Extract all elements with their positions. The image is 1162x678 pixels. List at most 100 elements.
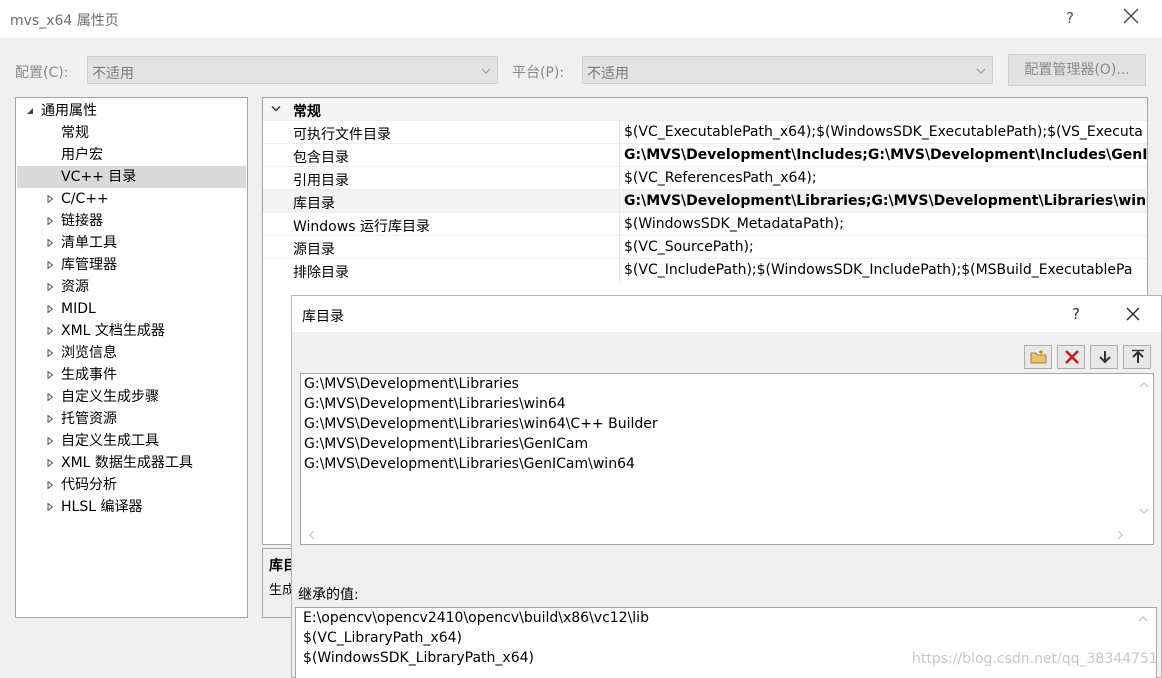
tree-item-label: 清单工具 [61,235,117,251]
delete-line-button[interactable] [1057,345,1085,369]
scroll-down-icon[interactable] [1139,506,1149,516]
tree-item-browse-info[interactable]: 浏览信息 [17,342,246,364]
tree-item-label: 通用属性 [41,103,97,119]
close-icon[interactable] [1126,307,1140,321]
tree-item-label: 代码分析 [61,477,117,493]
platform-combo-value: 不适用 [587,66,629,82]
tree-item-user-macros[interactable]: 用户宏 [17,144,246,166]
collapsed-arrow-icon [47,283,54,291]
directory-list[interactable]: G:\MVS\Development\Libraries G:\MVS\Deve… [300,373,1154,545]
tree-item-label: HLSL 编译器 [61,499,143,515]
tree-item-label: 常规 [61,125,89,141]
config-combo-value: 不适用 [92,66,134,82]
list-item[interactable]: G:\MVS\Development\Libraries\win64 [304,396,566,412]
inherited-item: $(WindowsSDK_LibraryPath_x64) [303,650,534,666]
column-divider [619,259,620,282]
tree-item-librarian[interactable]: 库管理器 [17,254,246,276]
property-name: 排除目录 [293,265,349,281]
property-value: $(VC_ReferencesPath_x64); [624,170,817,186]
collapsed-arrow-icon [47,305,54,313]
scroll-right-icon[interactable] [1115,530,1125,540]
property-row[interactable]: 引用目录 $(VC_ReferencesPath_x64); [263,166,1147,190]
property-value: G:\MVS\Development\Libraries;G:\MVS\Deve… [624,193,1147,209]
config-manager-button[interactable]: 配置管理器(O)... [1008,54,1146,86]
collapsed-arrow-icon [47,393,54,401]
library-directories-dialog: 库目录 ? G:\MVS\Development\Libraries G:\MV… [291,295,1162,678]
dialog-title: 库目录 [302,309,344,325]
tree-item-label: C/C++ [61,191,109,207]
new-folder-icon [1030,350,1047,364]
property-row[interactable]: 源目录 $(VC_SourcePath); [263,235,1147,259]
tree-item-custom-build-step[interactable]: 自定义生成步骤 [17,386,246,408]
tree-item-label: XML 文档生成器 [61,323,165,339]
horizontal-scrollbar[interactable] [301,526,1153,544]
tree-item-code-analysis[interactable]: 代码分析 [17,474,246,496]
tree-item-managed-resources[interactable]: 托管资源 [17,408,246,430]
collapsed-arrow-icon [47,239,54,247]
tree-item-linker[interactable]: 链接器 [17,210,246,232]
delete-icon [1065,350,1079,364]
tree-item-xml-data-generator[interactable]: XML 数据生成器工具 [17,452,246,474]
property-row[interactable]: Windows 运行库目录 $(WindowsSDK_MetadataPath); [263,212,1147,236]
scroll-up-icon[interactable] [1139,380,1149,390]
vertical-scrollbar[interactable] [1136,374,1153,544]
property-row[interactable]: 可执行文件目录 $(VC_ExecutablePath_x64);$(Window… [263,120,1147,144]
move-down-button[interactable] [1090,345,1118,369]
scroll-left-icon[interactable] [307,530,317,540]
column-divider [619,236,620,259]
tree-item-resources[interactable]: 资源 [17,276,246,298]
property-name: 引用目录 [293,173,349,189]
tree-item-label: 自定义生成步骤 [61,389,159,405]
list-item[interactable]: G:\MVS\Development\Libraries\GenICam\win… [304,456,635,472]
tree-item-cpp[interactable]: C/C++ [17,188,246,210]
help-button[interactable]: ? [1066,9,1074,27]
list-item[interactable]: G:\MVS\Development\Libraries [304,376,519,392]
config-combo[interactable]: 不适用 [87,56,498,84]
list-item[interactable]: G:\MVS\Development\Libraries\win64\C++ B… [304,416,658,432]
tree-item-label: 生成事件 [61,367,117,383]
tree-item-manifest-tool[interactable]: 清单工具 [17,232,246,254]
chevron-down-icon [271,106,281,112]
inherited-item: E:\opencv\opencv2410\opencv\build\x86\vc… [303,610,649,626]
tree-item-general[interactable]: 常规 [17,122,246,144]
tree-item-label: 自定义生成工具 [61,433,159,449]
platform-combo[interactable]: 不适用 [582,56,993,84]
tree-item-label: VC++ 目录 [61,169,137,185]
dialog-help-button[interactable]: ? [1072,305,1080,323]
property-row[interactable]: 库目录 G:\MVS\Development\Libraries;G:\MVS\D… [263,189,1147,213]
property-name: 包含目录 [293,150,349,166]
close-icon[interactable] [1122,7,1140,25]
tree-item-hlsl-compiler[interactable]: HLSL 编译器 [17,496,246,518]
tree-item-common-properties[interactable]: 通用属性 [17,100,246,122]
property-row[interactable]: 包含目录 G:\MVS\Development\Includes;G:\MVS\D… [263,143,1147,167]
column-divider [619,190,620,213]
tree-item-xml-doc-generator[interactable]: XML 文档生成器 [17,320,246,342]
move-up-button[interactable] [1123,345,1151,369]
collapsed-arrow-icon [47,481,54,489]
property-name: 可执行文件目录 [293,127,391,143]
tree-item-midl[interactable]: MIDL [17,298,246,320]
tree-item-custom-build-tool[interactable]: 自定义生成工具 [17,430,246,452]
expanded-arrow-icon [27,108,33,114]
grid-category-label: 常规 [293,104,321,120]
tree-item-label: MIDL [61,301,96,317]
new-line-button[interactable] [1024,345,1052,369]
grid-category-general[interactable]: 常规 [263,98,1147,120]
tree-item-label: XML 数据生成器工具 [61,455,193,471]
collapsed-arrow-icon [47,437,54,445]
collapsed-arrow-icon [47,371,54,379]
list-item[interactable]: G:\MVS\Development\Libraries\GenICam [304,436,588,452]
column-divider [619,213,620,236]
column-divider [619,167,620,190]
property-row[interactable]: 排除目录 $(VC_IncludePath);$(WindowsSDK_Inclu… [263,258,1147,282]
window-title: mvs_x64 属性页 [10,13,119,29]
scroll-up-icon[interactable] [1138,614,1148,624]
tree-item-vc-directories[interactable]: VC++ 目录 [17,166,246,188]
config-label: 配置(C): [15,65,69,81]
property-value: $(VC_IncludePath);$(WindowsSDK_IncludePa… [624,262,1133,278]
configuration-row: 配置(C): 不适用 平台(P): 不适用 配置管理器(O)... [0,54,1162,86]
tree-item-build-events[interactable]: 生成事件 [17,364,246,386]
platform-label: 平台(P): [512,65,565,81]
tree-item-label: 链接器 [61,213,103,229]
tree-item-label: 浏览信息 [61,345,117,361]
